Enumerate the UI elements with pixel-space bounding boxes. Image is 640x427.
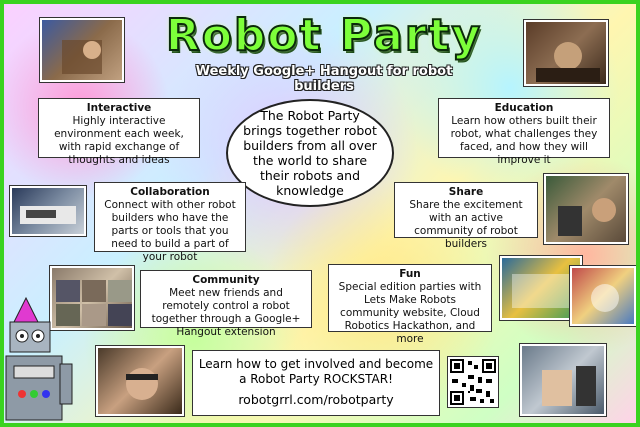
robot-mascot-illustration xyxy=(5,296,73,421)
collaboration-text: Connect with other robot builders who ha… xyxy=(104,199,236,263)
fun-heading: Fun xyxy=(399,268,421,280)
interactive-box: Interactive Highly interactive environme… xyxy=(38,98,200,166)
thumbnail-top-right xyxy=(524,20,608,86)
interactive-text: Highly interactive environment each week… xyxy=(54,115,184,166)
thumbnail-fun-b xyxy=(570,266,636,326)
poster: Robot Party Weekly Google+ Hangout for r… xyxy=(0,0,640,427)
share-text: Share the excitement with an active comm… xyxy=(409,199,523,250)
share-heading: Share xyxy=(448,186,484,198)
community-text: Meet new friends and remotely control a … xyxy=(151,287,301,338)
thumbnail-top-left xyxy=(40,18,124,82)
education-heading: Education xyxy=(494,102,554,114)
thumbnail-left-mid xyxy=(10,186,86,236)
cta-url[interactable]: robotgrrl.com/robotparty xyxy=(197,392,435,407)
collaboration-box: Collaboration Connect with other robot b… xyxy=(94,182,246,263)
mission-text: The Robot Party brings together robot bu… xyxy=(243,108,377,198)
cta-text: Learn how to get involved and become a R… xyxy=(198,357,434,386)
center-mission-statement: The Robot Party brings together robot bu… xyxy=(226,99,394,207)
fun-box: Fun Special edition parties with Lets Ma… xyxy=(328,264,492,345)
fun-text: Special edition parties with Lets Make R… xyxy=(338,281,482,345)
education-text: Learn how others built their robot, what… xyxy=(450,115,598,166)
poster-subtitle: Weekly Google+ Hangout for robot builder… xyxy=(195,64,453,94)
qr-code-icon[interactable] xyxy=(447,356,499,408)
collaboration-heading: Collaboration xyxy=(130,186,210,198)
interactive-heading: Interactive xyxy=(86,102,152,114)
education-box: Education Learn how others built their r… xyxy=(438,98,610,166)
thumbnail-bottom-right xyxy=(520,344,606,416)
poster-title: Robot Party xyxy=(165,9,483,62)
community-heading: Community xyxy=(192,274,260,286)
call-to-action-box: Learn how to get involved and become a R… xyxy=(192,350,440,416)
thumbnail-bottom-mid xyxy=(96,346,184,416)
share-box: Share Share the excitement with an activ… xyxy=(394,182,538,250)
thumbnail-right-mid xyxy=(544,174,628,244)
community-box: Community Meet new friends and remotely … xyxy=(140,270,312,338)
